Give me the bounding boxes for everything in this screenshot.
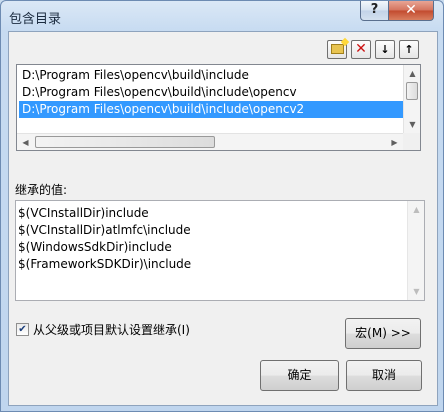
- inherited-values-label: 继承的值:: [15, 183, 68, 197]
- list-item[interactable]: D:\Program Files\opencv\build\include\op…: [19, 84, 404, 101]
- inherited-item: $(WindowsSdkDir)include: [18, 240, 172, 254]
- new-folder-icon: [330, 44, 344, 54]
- dialog-body: ✕ ↓ ↑ D:\Program Files\opencv\build\incl…: [8, 31, 438, 406]
- scroll-thumb[interactable]: [35, 136, 215, 148]
- scroll-thumb[interactable]: [406, 82, 418, 100]
- move-up-button[interactable]: ↑: [399, 40, 419, 59]
- move-down-button[interactable]: ↓: [375, 40, 395, 59]
- arrow-up-icon: ↑: [404, 43, 414, 56]
- directory-list[interactable]: D:\Program Files\opencv\build\include D:…: [16, 64, 421, 151]
- title-bar[interactable]: 包含目录 ? ✕: [1, 1, 443, 31]
- cancel-button[interactable]: 取消: [346, 360, 422, 391]
- scroll-up-arrow-icon[interactable]: ▲: [408, 201, 425, 218]
- macro-button[interactable]: 宏(M) >>: [345, 318, 421, 349]
- ok-button[interactable]: 确定: [260, 360, 339, 391]
- inherited-item: $(VCInstallDir)atlmfc\include: [18, 223, 191, 237]
- help-button[interactable]: ?: [360, 1, 389, 21]
- scroll-corner: [403, 133, 420, 150]
- inherited-item: $(VCInstallDir)include: [18, 206, 149, 220]
- scroll-left-arrow-icon[interactable]: ◀: [17, 134, 34, 151]
- new-line-button[interactable]: [327, 40, 347, 59]
- inherited-values-box: $(VCInstallDir)include $(VCInstallDir)at…: [15, 200, 425, 301]
- scroll-up-arrow-icon[interactable]: ▲: [404, 65, 421, 82]
- scroll-right-arrow-icon[interactable]: ▶: [386, 134, 403, 151]
- vertical-scrollbar[interactable]: ▲ ▼: [403, 65, 420, 133]
- inherit-checkbox-label[interactable]: 从父级或项目默认设置继承(I): [33, 322, 190, 338]
- scroll-down-arrow-icon[interactable]: ▼: [408, 283, 425, 300]
- inherited-scrollbar[interactable]: ▲ ▼: [407, 201, 424, 300]
- dialog-window: 包含目录 ? ✕ ✕ ↓ ↑ D:\Program Files\opencv\b…: [0, 0, 444, 412]
- list-item[interactable]: D:\Program Files\opencv\build\include: [19, 67, 404, 84]
- inherited-item: $(FrameworkSDKDir)\include: [18, 257, 192, 271]
- delete-icon: ✕: [355, 41, 367, 57]
- arrow-down-icon: ↓: [380, 43, 390, 56]
- delete-button[interactable]: ✕: [351, 40, 371, 59]
- inherit-checkbox[interactable]: ✔: [16, 323, 29, 336]
- scroll-down-arrow-icon[interactable]: ▼: [404, 116, 421, 133]
- dialog-title: 包含目录: [9, 12, 62, 27]
- list-item-selected[interactable]: D:\Program Files\opencv\build\include\op…: [19, 101, 404, 118]
- horizontal-scrollbar[interactable]: ◀ ▶: [17, 133, 403, 150]
- close-button[interactable]: ✕: [388, 1, 434, 21]
